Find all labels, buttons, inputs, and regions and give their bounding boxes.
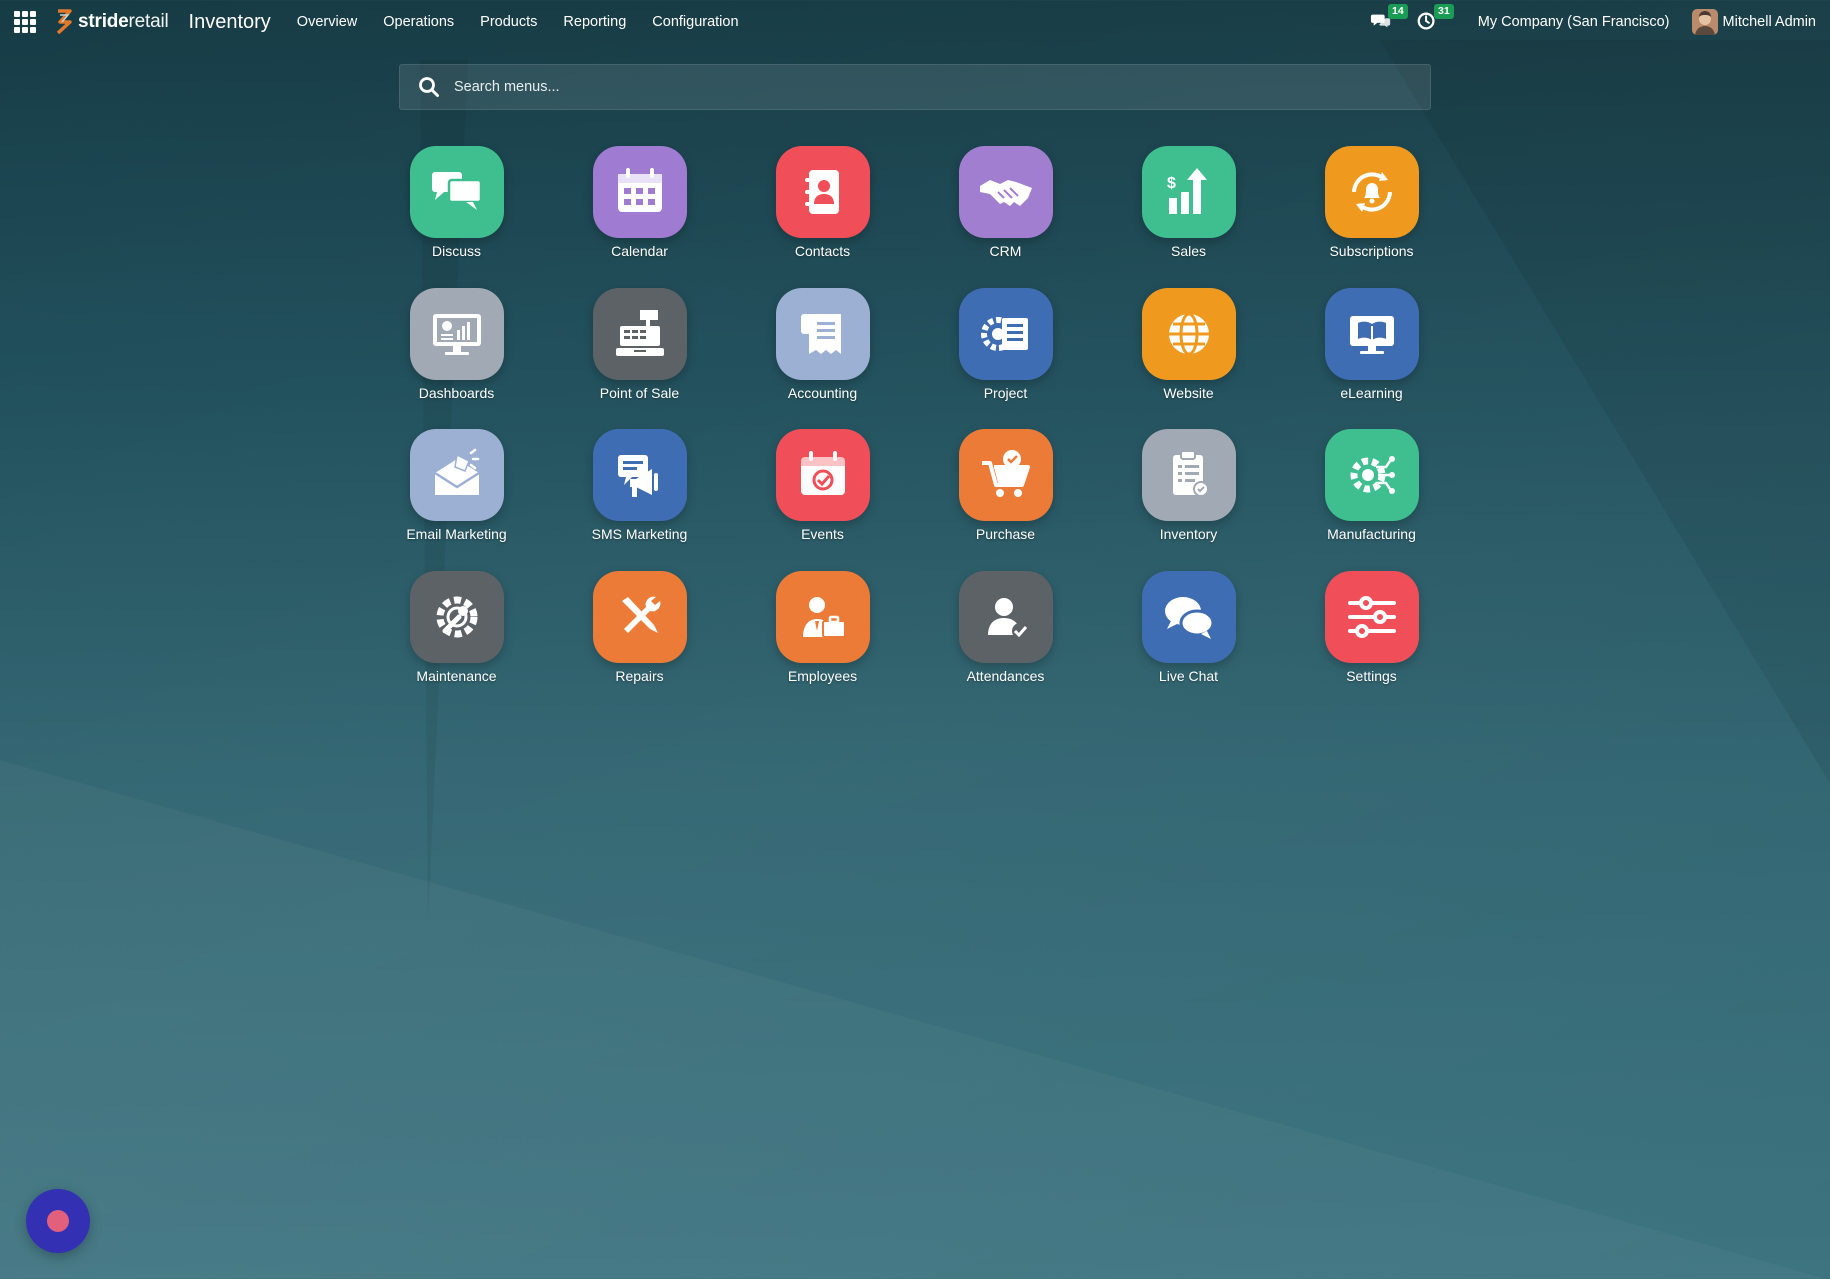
app-subscriptions[interactable]: Subscriptions: [1280, 146, 1463, 288]
app-inventory[interactable]: Inventory: [1097, 429, 1280, 571]
app-label: Employees: [787, 667, 858, 684]
app-label: Attendances: [966, 667, 1045, 684]
handshake-icon: [958, 146, 1053, 238]
app-calendar[interactable]: Calendar: [548, 146, 731, 288]
menu-configuration[interactable]: Configuration: [652, 14, 738, 30]
events-icon: [775, 429, 870, 521]
app-label: Settings: [1346, 667, 1397, 684]
app-sales[interactable]: $ Sales: [1097, 146, 1280, 288]
app-point-of-sale[interactable]: Point of Sale: [548, 287, 731, 430]
app-email-marketing[interactable]: Email Marketing: [365, 429, 548, 571]
project-icon: [958, 287, 1053, 380]
app-crm[interactable]: CRM: [914, 146, 1097, 288]
live-chat-icon: [1141, 570, 1236, 663]
app-manufacturing[interactable]: Manufacturing: [1280, 429, 1463, 571]
brand-name: strideretail: [78, 11, 169, 32]
assistant-dot-icon: [47, 1210, 69, 1232]
app-attendances[interactable]: Attendances: [914, 570, 1097, 713]
app-label: Manufacturing: [1327, 526, 1416, 542]
accounting-icon: [775, 287, 870, 380]
app-label: Repairs: [615, 667, 664, 684]
activities-button[interactable]: 31: [1416, 4, 1454, 34]
search-menus-input[interactable]: [454, 79, 1354, 95]
manufacturing-gear-icon: [1324, 429, 1419, 521]
company-switcher[interactable]: My Company (San Francisco): [1478, 14, 1670, 30]
employees-icon: [775, 570, 870, 663]
search-menus-bar[interactable]: [399, 64, 1431, 110]
app-label: Website: [1163, 384, 1214, 401]
user-avatar: [1691, 9, 1718, 35]
elearning-icon: [1324, 287, 1419, 380]
app-accounting[interactable]: Accounting: [731, 287, 914, 430]
app-label: Inventory: [1159, 526, 1218, 542]
app-contacts[interactable]: Contacts: [731, 146, 914, 288]
sales-chart-icon: $: [1141, 146, 1236, 238]
app-label: Project: [983, 384, 1028, 401]
app-events[interactable]: Events: [731, 429, 914, 571]
svg-text:$: $: [1167, 175, 1176, 192]
dashboard-icon: [409, 287, 504, 380]
app-label: Dashboards: [418, 384, 495, 401]
app-label: Sales: [1170, 243, 1207, 259]
background-shape: [0, 760, 1830, 1279]
current-app-title[interactable]: Inventory: [189, 11, 271, 34]
menu-operations[interactable]: Operations: [383, 14, 454, 30]
activities-count-badge: 31: [1434, 4, 1454, 19]
repairs-tools-icon: [592, 570, 687, 663]
app-label: Events: [801, 526, 844, 542]
brand-logo[interactable]: strideretail: [54, 9, 169, 35]
stride-logo-icon: [56, 9, 72, 35]
app-repairs[interactable]: Repairs: [548, 570, 731, 713]
app-label: CRM: [989, 243, 1022, 259]
discuss-icon: [409, 146, 504, 238]
app-settings[interactable]: Settings: [1280, 570, 1463, 713]
menu-reporting[interactable]: Reporting: [563, 14, 626, 30]
app-maintenance[interactable]: Maintenance: [365, 570, 548, 713]
app-label: Accounting: [787, 384, 858, 401]
purchase-cart-icon: [958, 429, 1053, 521]
settings-sliders-icon: [1324, 570, 1419, 663]
sms-marketing-icon: [592, 429, 687, 521]
app-label: Maintenance: [416, 667, 497, 684]
menu-overview[interactable]: Overview: [297, 14, 357, 30]
app-label: Point of Sale: [599, 384, 680, 401]
app-label: Discuss: [431, 243, 481, 259]
calendar-icon: [592, 146, 687, 238]
app-employees[interactable]: Employees: [731, 570, 914, 713]
app-label: Calendar: [611, 243, 668, 259]
app-label: eLearning: [1340, 384, 1403, 401]
app-live-chat[interactable]: Live Chat: [1097, 570, 1280, 713]
app-website[interactable]: Website: [1097, 287, 1280, 430]
app-dashboards[interactable]: Dashboards: [365, 287, 548, 430]
search-icon: [419, 77, 439, 97]
app-label: Email Marketing: [406, 526, 507, 542]
app-sms-marketing[interactable]: SMS Marketing: [548, 429, 731, 571]
app-elearning[interactable]: eLearning: [1280, 287, 1463, 430]
user-menu[interactable]: Mitchell Admin: [1691, 9, 1816, 35]
assistant-launcher-button[interactable]: [26, 1189, 90, 1253]
subscriptions-icon: [1324, 146, 1419, 238]
app-discuss[interactable]: Discuss: [365, 146, 548, 288]
app-project[interactable]: Project: [914, 287, 1097, 430]
top-navbar: strideretail Inventory Overview Operatio…: [0, 0, 1830, 44]
messages-count-badge: 14: [1388, 4, 1408, 19]
globe-icon: [1141, 287, 1236, 380]
app-label: Live Chat: [1158, 667, 1219, 684]
inventory-clipboard-icon: [1141, 429, 1236, 521]
attendances-icon: [958, 570, 1053, 663]
app-label: Subscriptions: [1329, 243, 1414, 259]
app-label: Purchase: [975, 526, 1036, 542]
user-name: Mitchell Admin: [1722, 14, 1816, 30]
maintenance-icon: [409, 570, 504, 663]
app-grid: Discuss Calendar Contacts CRM $ Sales Su…: [365, 146, 1463, 712]
contacts-icon: [775, 146, 870, 238]
app-label: SMS Marketing: [591, 526, 688, 542]
email-marketing-icon: [409, 429, 504, 521]
menu-products[interactable]: Products: [480, 14, 537, 30]
messages-button[interactable]: 14: [1370, 4, 1408, 34]
app-purchase[interactable]: Purchase: [914, 429, 1097, 571]
app-grid-icon[interactable]: [14, 11, 36, 33]
cash-register-icon: [592, 287, 687, 380]
app-label: Contacts: [794, 243, 851, 259]
